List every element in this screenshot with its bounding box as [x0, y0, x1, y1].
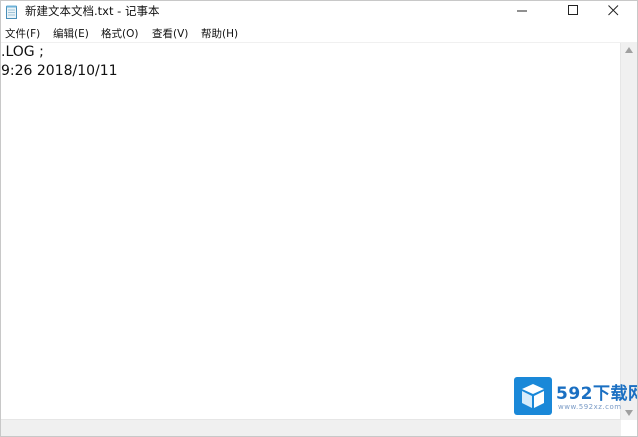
close-icon [608, 5, 619, 16]
menu-bar: 文件(F) 编辑(E) 格式(O) 查看(V) 帮助(H) [1, 23, 637, 43]
menu-view[interactable]: 查看(V) [152, 26, 188, 41]
horizontal-scrollbar[interactable] [1, 419, 621, 436]
notepad-icon [6, 4, 17, 19]
maximize-icon [568, 5, 578, 15]
scroll-up-icon[interactable] [625, 47, 633, 53]
notepad-window: 新建文本文档.txt - 记事本 文件(F) 编辑(E) 格式(O) 查看(V)… [0, 0, 638, 437]
menu-help[interactable]: 帮助(H) [201, 26, 238, 41]
minimize-icon [517, 10, 527, 12]
text-editor-area[interactable]: .LOG ; 9:26 2018/10/11 [1, 43, 621, 418]
close-button[interactable] [591, 1, 637, 21]
minimize-button[interactable] [500, 1, 546, 21]
window-title: 新建文本文档.txt - 记事本 [25, 4, 160, 18]
vertical-scrollbar[interactable] [620, 43, 637, 420]
box-icon [514, 377, 552, 415]
menu-file[interactable]: 文件(F) [5, 26, 40, 41]
editor-line: 9:26 2018/10/11 [1, 63, 118, 79]
watermark-logo: 592下载网 www.592xz.com [514, 377, 638, 415]
title-bar[interactable]: 新建文本文档.txt - 记事本 [1, 1, 637, 21]
watermark-brand: 592下载网 [556, 384, 638, 404]
menu-format[interactable]: 格式(O) [101, 26, 138, 41]
watermark-url: www.592xz.com [558, 403, 622, 411]
editor-line: .LOG ; [1, 44, 44, 60]
menu-edit[interactable]: 编辑(E) [53, 26, 89, 41]
